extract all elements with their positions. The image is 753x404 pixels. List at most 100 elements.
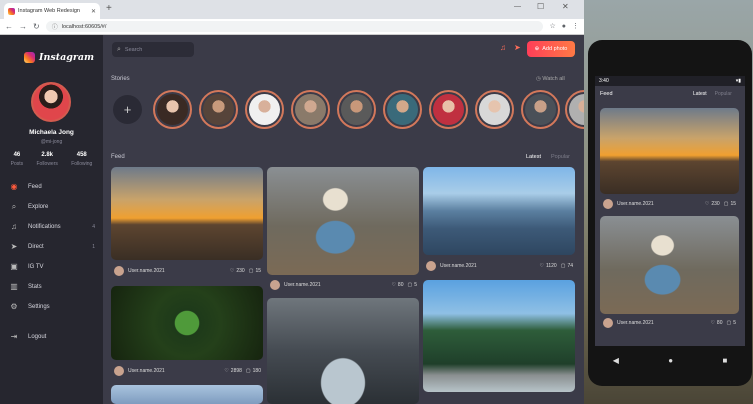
info-icon: ⓘ [51, 25, 58, 31]
profile-icon[interactable]: ● [562, 23, 566, 30]
gear-icon: ⚙ [10, 302, 18, 311]
comment-icon[interactable]: ▢ [249, 268, 254, 274]
sidebar-item-count: 1 [92, 244, 95, 250]
back-icon[interactable]: ← [5, 22, 13, 31]
heart-icon[interactable]: ♡ [230, 268, 234, 274]
story-avatar[interactable] [153, 90, 192, 129]
sidebar-item-label: Notifications [28, 224, 61, 230]
avatar[interactable] [426, 261, 436, 271]
profile-name: Michaela Jong [29, 129, 74, 136]
post-username[interactable]: User.name.2021 [128, 368, 220, 374]
heart-icon[interactable]: ♡ [710, 320, 714, 326]
comment-icon[interactable]: ▢ [724, 201, 729, 207]
browser-tab[interactable]: Instagram Web Redesign ✕ [4, 3, 100, 19]
home-circle-icon[interactable]: ● [668, 356, 673, 365]
search-input[interactable]: ⌕ Search [112, 42, 194, 57]
heart-icon[interactable]: ♡ [391, 282, 395, 288]
sidebar-item-explore[interactable]: ⌕ Explore [0, 200, 103, 214]
post-username[interactable]: User.name.2021 [284, 282, 387, 288]
bookmark-star-icon[interactable]: ☆ [549, 23, 555, 30]
close-tab-icon[interactable]: ✕ [91, 8, 96, 15]
comments-count: 5 [414, 282, 417, 288]
tab-latest[interactable]: Latest [526, 154, 541, 160]
story-avatar[interactable] [337, 90, 376, 129]
instagram-logo[interactable]: Instagram [24, 52, 94, 63]
story-avatar[interactable] [245, 90, 284, 129]
phone-post-meta: User.name.2021 ♡ 230 ▢ 15 [603, 198, 736, 210]
send-icon[interactable]: ➤ [514, 44, 521, 52]
minimize-icon[interactable]: — [514, 3, 521, 10]
sidebar-item-stats[interactable]: ▥ Stats [0, 280, 103, 294]
add-story-button[interactable]: + [113, 95, 142, 124]
comment-icon[interactable]: ▢ [246, 368, 251, 374]
likes-count: 230 [711, 201, 720, 207]
comments-count: 15 [730, 201, 736, 207]
story-avatar[interactable] [291, 90, 330, 129]
post-username[interactable]: User.name.2021 [617, 201, 701, 207]
post-username[interactable]: User.name.2021 [128, 268, 226, 274]
post-image[interactable] [423, 167, 575, 255]
avatar[interactable] [603, 199, 613, 209]
story-avatar[interactable] [429, 90, 468, 129]
comment-icon[interactable]: ▢ [561, 263, 566, 269]
story-avatar[interactable] [475, 90, 514, 129]
sidebar-item-direct[interactable]: ➤ Direct 1 [0, 240, 103, 254]
comments-count: 180 [252, 368, 261, 374]
stat-following: 458 Following [71, 152, 92, 167]
post-username[interactable]: User.name.2021 [617, 320, 706, 326]
url-field[interactable]: ⓘ localhost:60605/#/ [45, 21, 544, 32]
story-avatar[interactable] [199, 90, 238, 129]
new-tab-icon[interactable]: + [106, 3, 112, 14]
back-triangle-icon[interactable]: ◀ [613, 356, 619, 365]
add-photo-label: Add photo [542, 46, 568, 52]
heart-icon[interactable]: ♡ [705, 201, 709, 207]
recents-square-icon[interactable]: ■ [722, 356, 727, 365]
window-close-icon[interactable]: ✕ [562, 2, 569, 11]
tv-icon: ▣ [10, 262, 18, 271]
post-image[interactable] [111, 286, 263, 360]
comment-icon[interactable]: ▢ [726, 320, 731, 326]
avatar[interactable] [270, 280, 280, 290]
avatar[interactable] [114, 266, 124, 276]
post-username[interactable]: User.name.2021 [440, 263, 535, 269]
phone-tab-latest[interactable]: Latest [693, 91, 707, 97]
sidebar: Instagram Michaela Jong @mi-jong 46 Post… [0, 35, 103, 404]
add-photo-button[interactable]: ⊕ Add photo [527, 41, 575, 57]
forward-icon[interactable]: → [19, 22, 27, 31]
bell-icon[interactable]: ♫ [500, 44, 506, 52]
tab-popular[interactable]: Popular [551, 154, 570, 160]
feed-title: Feed [111, 154, 125, 160]
stories-title: Stories [111, 76, 130, 82]
sidebar-item-notifications[interactable]: ♫ Notifications 4 [0, 220, 103, 234]
phone-post-image[interactable] [600, 108, 739, 194]
post-image[interactable] [267, 167, 419, 275]
sidebar-item-igtv[interactable]: ▣ IG TV [0, 260, 103, 274]
menu-dots-icon[interactable]: ⋮ [572, 23, 579, 30]
phone-feed-title: Feed [600, 91, 613, 97]
story-avatar[interactable] [383, 90, 422, 129]
comment-icon[interactable]: ▢ [407, 282, 412, 288]
post-image[interactable] [111, 385, 263, 404]
watch-all-link[interactable]: ◷ Watch all [536, 76, 565, 82]
phone-post-image[interactable] [600, 216, 739, 314]
story-avatar[interactable] [565, 90, 584, 129]
post-image[interactable] [267, 298, 419, 404]
maximize-icon[interactable]: ☐ [537, 2, 544, 11]
avatar[interactable] [114, 366, 124, 376]
reload-icon[interactable]: ↻ [33, 22, 40, 31]
avatar[interactable] [603, 318, 613, 328]
heart-icon[interactable]: ♡ [539, 263, 543, 269]
post-image[interactable] [423, 280, 575, 392]
signal-battery-icon: ▾▮ [735, 78, 741, 84]
post-meta: User.name.2021 ♡ 230 ▢ 15 [114, 265, 261, 277]
stat-value: 2.8k [41, 152, 54, 158]
profile-avatar[interactable] [31, 82, 71, 122]
sidebar-item-feed[interactable]: ◉ Feed [0, 180, 103, 194]
sidebar-item-settings[interactable]: ⚙ Settings [0, 300, 103, 314]
heart-icon[interactable]: ♡ [224, 368, 228, 374]
story-avatar[interactable] [521, 90, 560, 129]
post-image[interactable] [111, 167, 263, 260]
phone-tab-popular[interactable]: Popular [715, 91, 732, 97]
sidebar-item-label: Stats [28, 284, 42, 290]
sidebar-item-logout[interactable]: ⇥ Logout [0, 330, 103, 344]
